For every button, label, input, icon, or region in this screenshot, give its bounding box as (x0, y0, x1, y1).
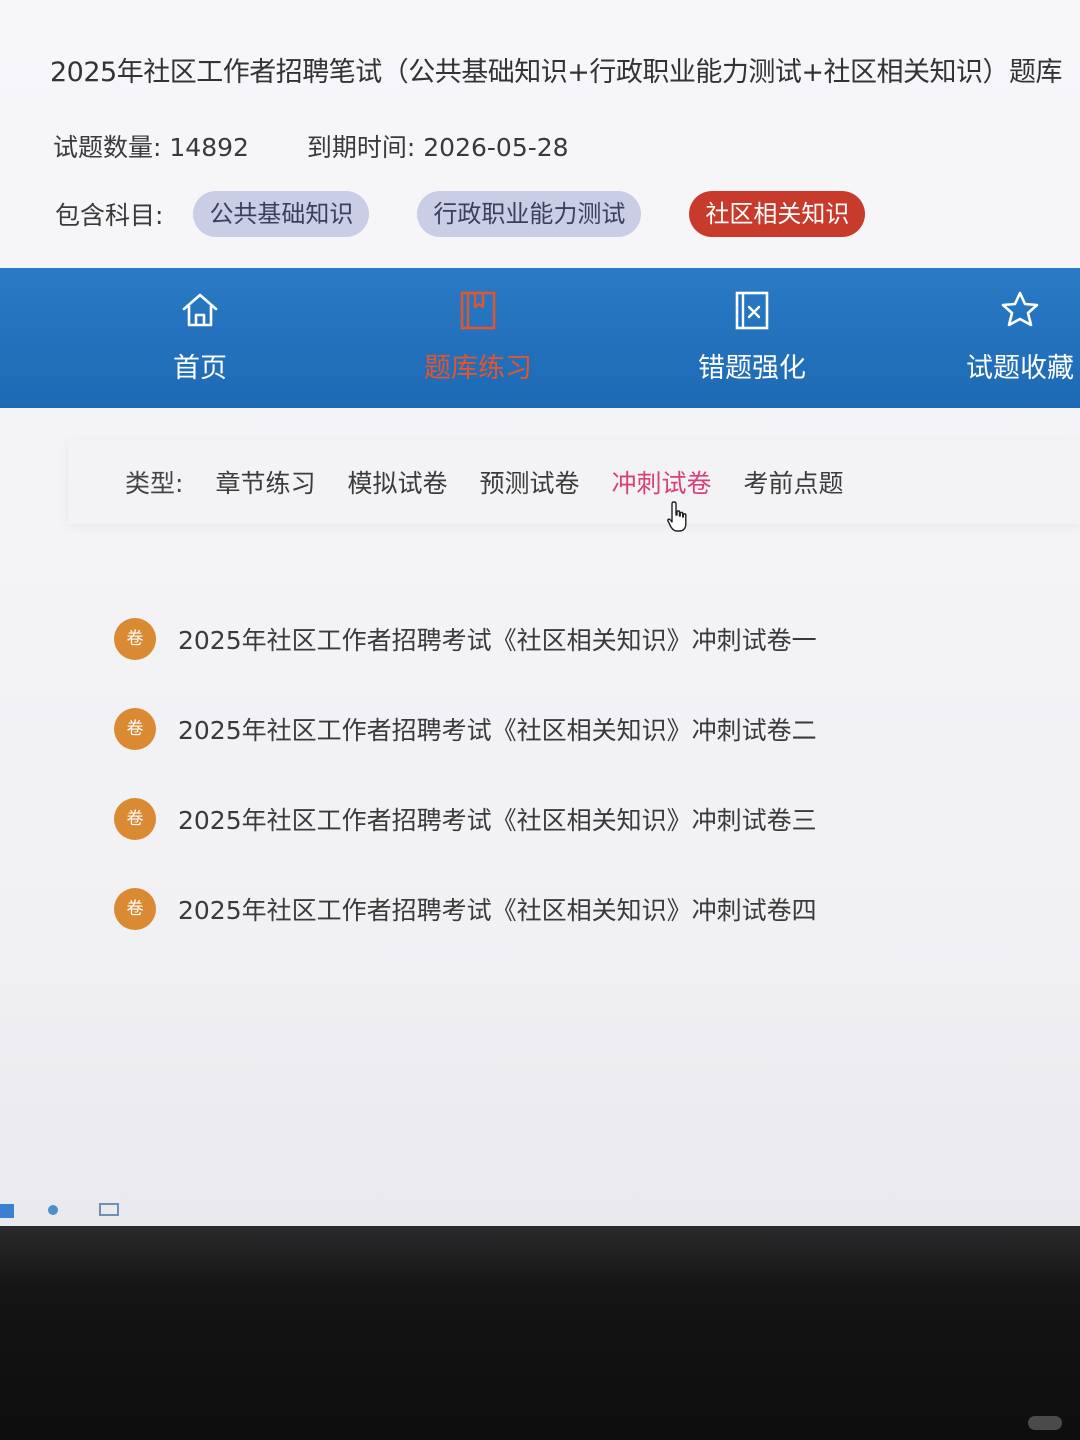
hand-cursor-icon (667, 501, 687, 532)
exam-badge-icon: 卷 (114, 798, 156, 840)
type-sprint-exam[interactable]: 冲刺试卷 (611, 464, 711, 500)
meta-row: 试题数量: 14892 到期时间: 2026-05-28 (53, 128, 569, 164)
subject-pill-public-knowledge[interactable]: 公共基础知识 (193, 191, 370, 237)
nav-wrong-questions[interactable]: 错题强化 (652, 268, 852, 408)
type-chapter-practice[interactable]: 章节练习 (215, 464, 315, 500)
type-prediction-exam[interactable]: 预测试卷 (479, 464, 579, 500)
subject-pill-community-knowledge[interactable]: 社区相关知识 (689, 191, 866, 237)
nav-favorites-label: 试题收藏 (966, 353, 1074, 384)
subjects-row: 包含科目: 公共基础知识 行政职业能力测试 社区相关知识 (55, 190, 913, 238)
question-count: 试题数量: 14892 (53, 128, 249, 164)
exam-badge-icon: 卷 (114, 888, 156, 930)
nav-home-label: 首页 (173, 353, 227, 384)
exam-list-item[interactable]: 卷 2025年社区工作者招聘考试《社区相关知识》冲刺试卷二 (114, 684, 1014, 774)
expiry: 到期时间: 2026-05-28 (307, 128, 569, 164)
nav-home[interactable]: 首页 (100, 268, 300, 408)
taskbar-app-icon (48, 1205, 58, 1215)
wrong-book-icon (735, 291, 769, 330)
watermark-badge (1028, 1416, 1062, 1430)
main-nav: 首页 题库练习 错题强化 试题收藏 (0, 268, 1080, 408)
monitor-bezel (0, 1226, 1080, 1440)
subject-pill-admin-ability[interactable]: 行政职业能力测试 (417, 191, 642, 237)
type-filter-bar: 类型: 章节练习 模拟试卷 预测试卷 冲刺试卷 考前点题 (68, 440, 1080, 524)
expiry-value: 2026-05-28 (423, 133, 569, 162)
exam-badge-icon: 卷 (114, 708, 156, 750)
nav-wrong-questions-label: 错题强化 (698, 353, 806, 384)
question-count-value: 14892 (169, 133, 249, 162)
exam-list-item[interactable]: 卷 2025年社区工作者招聘考试《社区相关知识》冲刺试卷三 (114, 774, 1014, 864)
nav-favorites[interactable]: 试题收藏 (920, 268, 1080, 408)
star-icon (1001, 291, 1039, 327)
nav-question-bank-label: 题库练习 (424, 353, 532, 384)
exam-badge-icon: 卷 (114, 618, 156, 660)
taskbar-icons (0, 1203, 119, 1218)
screen: 2025年社区工作者招聘笔试（公共基础知识+行政职业能力测试+社区相关知识）题库… (0, 0, 1080, 1232)
nav-question-bank[interactable]: 题库练习 (378, 268, 578, 408)
type-mock-exam[interactable]: 模拟试卷 (347, 464, 447, 500)
page-title: 2025年社区工作者招聘笔试（公共基础知识+行政职业能力测试+社区相关知识）题库 (50, 57, 1062, 88)
expiry-label: 到期时间: (306, 133, 416, 162)
taskbar-app-icon (99, 1203, 119, 1216)
exam-title[interactable]: 2025年社区工作者招聘考试《社区相关知识》冲刺试卷二 (178, 711, 817, 747)
question-count-label: 试题数量: (53, 133, 162, 162)
type-label: 类型: (125, 469, 184, 498)
subjects-label: 包含科目: (55, 201, 164, 230)
taskbar-app-icon (0, 1204, 14, 1218)
book-icon (460, 291, 496, 330)
exam-list-item[interactable]: 卷 2025年社区工作者招聘考试《社区相关知识》冲刺试卷一 (114, 594, 1014, 684)
home-icon (182, 293, 218, 327)
type-pre-exam-tips[interactable]: 考前点题 (744, 464, 844, 500)
exam-title[interactable]: 2025年社区工作者招聘考试《社区相关知识》冲刺试卷四 (178, 891, 817, 927)
exam-title[interactable]: 2025年社区工作者招聘考试《社区相关知识》冲刺试卷一 (178, 621, 817, 657)
exam-title[interactable]: 2025年社区工作者招聘考试《社区相关知识》冲刺试卷三 (178, 801, 817, 837)
exam-list: 卷 2025年社区工作者招聘考试《社区相关知识》冲刺试卷一 卷 2025年社区工… (114, 594, 1014, 954)
exam-list-item[interactable]: 卷 2025年社区工作者招聘考试《社区相关知识》冲刺试卷四 (114, 864, 1014, 954)
